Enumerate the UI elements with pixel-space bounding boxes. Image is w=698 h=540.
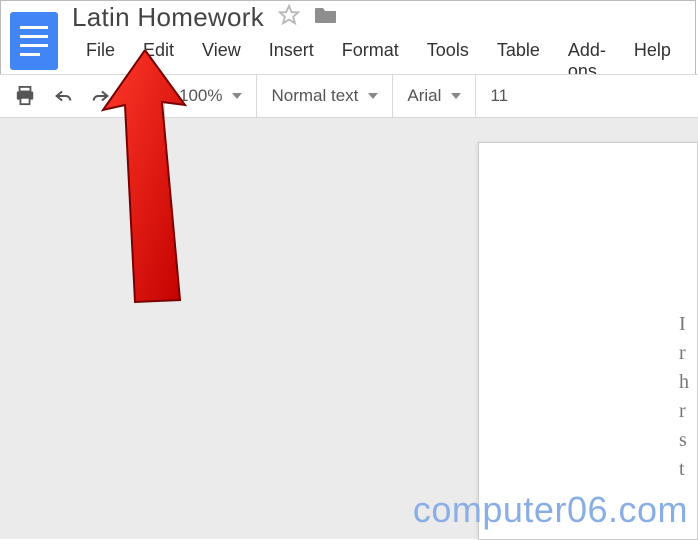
star-icon[interactable] xyxy=(278,4,300,31)
chevron-down-icon xyxy=(232,93,242,99)
paint-format-icon[interactable] xyxy=(128,86,150,106)
page-text-fragment: I r h r s t xyxy=(679,313,689,481)
zoom-value: 100% xyxy=(179,86,222,106)
undo-icon[interactable] xyxy=(52,86,74,106)
toolbar-print-undo-cluster xyxy=(0,75,165,117)
zoom-selector[interactable]: 100% xyxy=(165,75,257,117)
document-page[interactable]: I r h r s t xyxy=(478,142,698,540)
folder-icon[interactable] xyxy=(314,4,338,31)
title-row: Latin Homework xyxy=(72,2,338,33)
paragraph-style-value: Normal text xyxy=(271,86,358,106)
chevron-down-icon xyxy=(368,93,378,99)
watermark-text: computer06.com xyxy=(413,489,688,531)
docs-app-icon[interactable] xyxy=(10,12,58,70)
font-family-selector[interactable]: Arial xyxy=(393,75,476,117)
font-size-selector[interactable]: 11 xyxy=(476,75,522,117)
font-family-value: Arial xyxy=(407,86,441,106)
redo-icon[interactable] xyxy=(90,86,112,106)
font-size-value: 11 xyxy=(490,86,508,106)
toolbar: 100% Normal text Arial 11 xyxy=(0,74,698,118)
chevron-down-icon xyxy=(451,93,461,99)
print-icon[interactable] xyxy=(14,86,36,106)
editor-canvas[interactable]: I r h r s t xyxy=(0,118,698,539)
paragraph-style-selector[interactable]: Normal text xyxy=(257,75,393,117)
document-title[interactable]: Latin Homework xyxy=(72,2,264,33)
